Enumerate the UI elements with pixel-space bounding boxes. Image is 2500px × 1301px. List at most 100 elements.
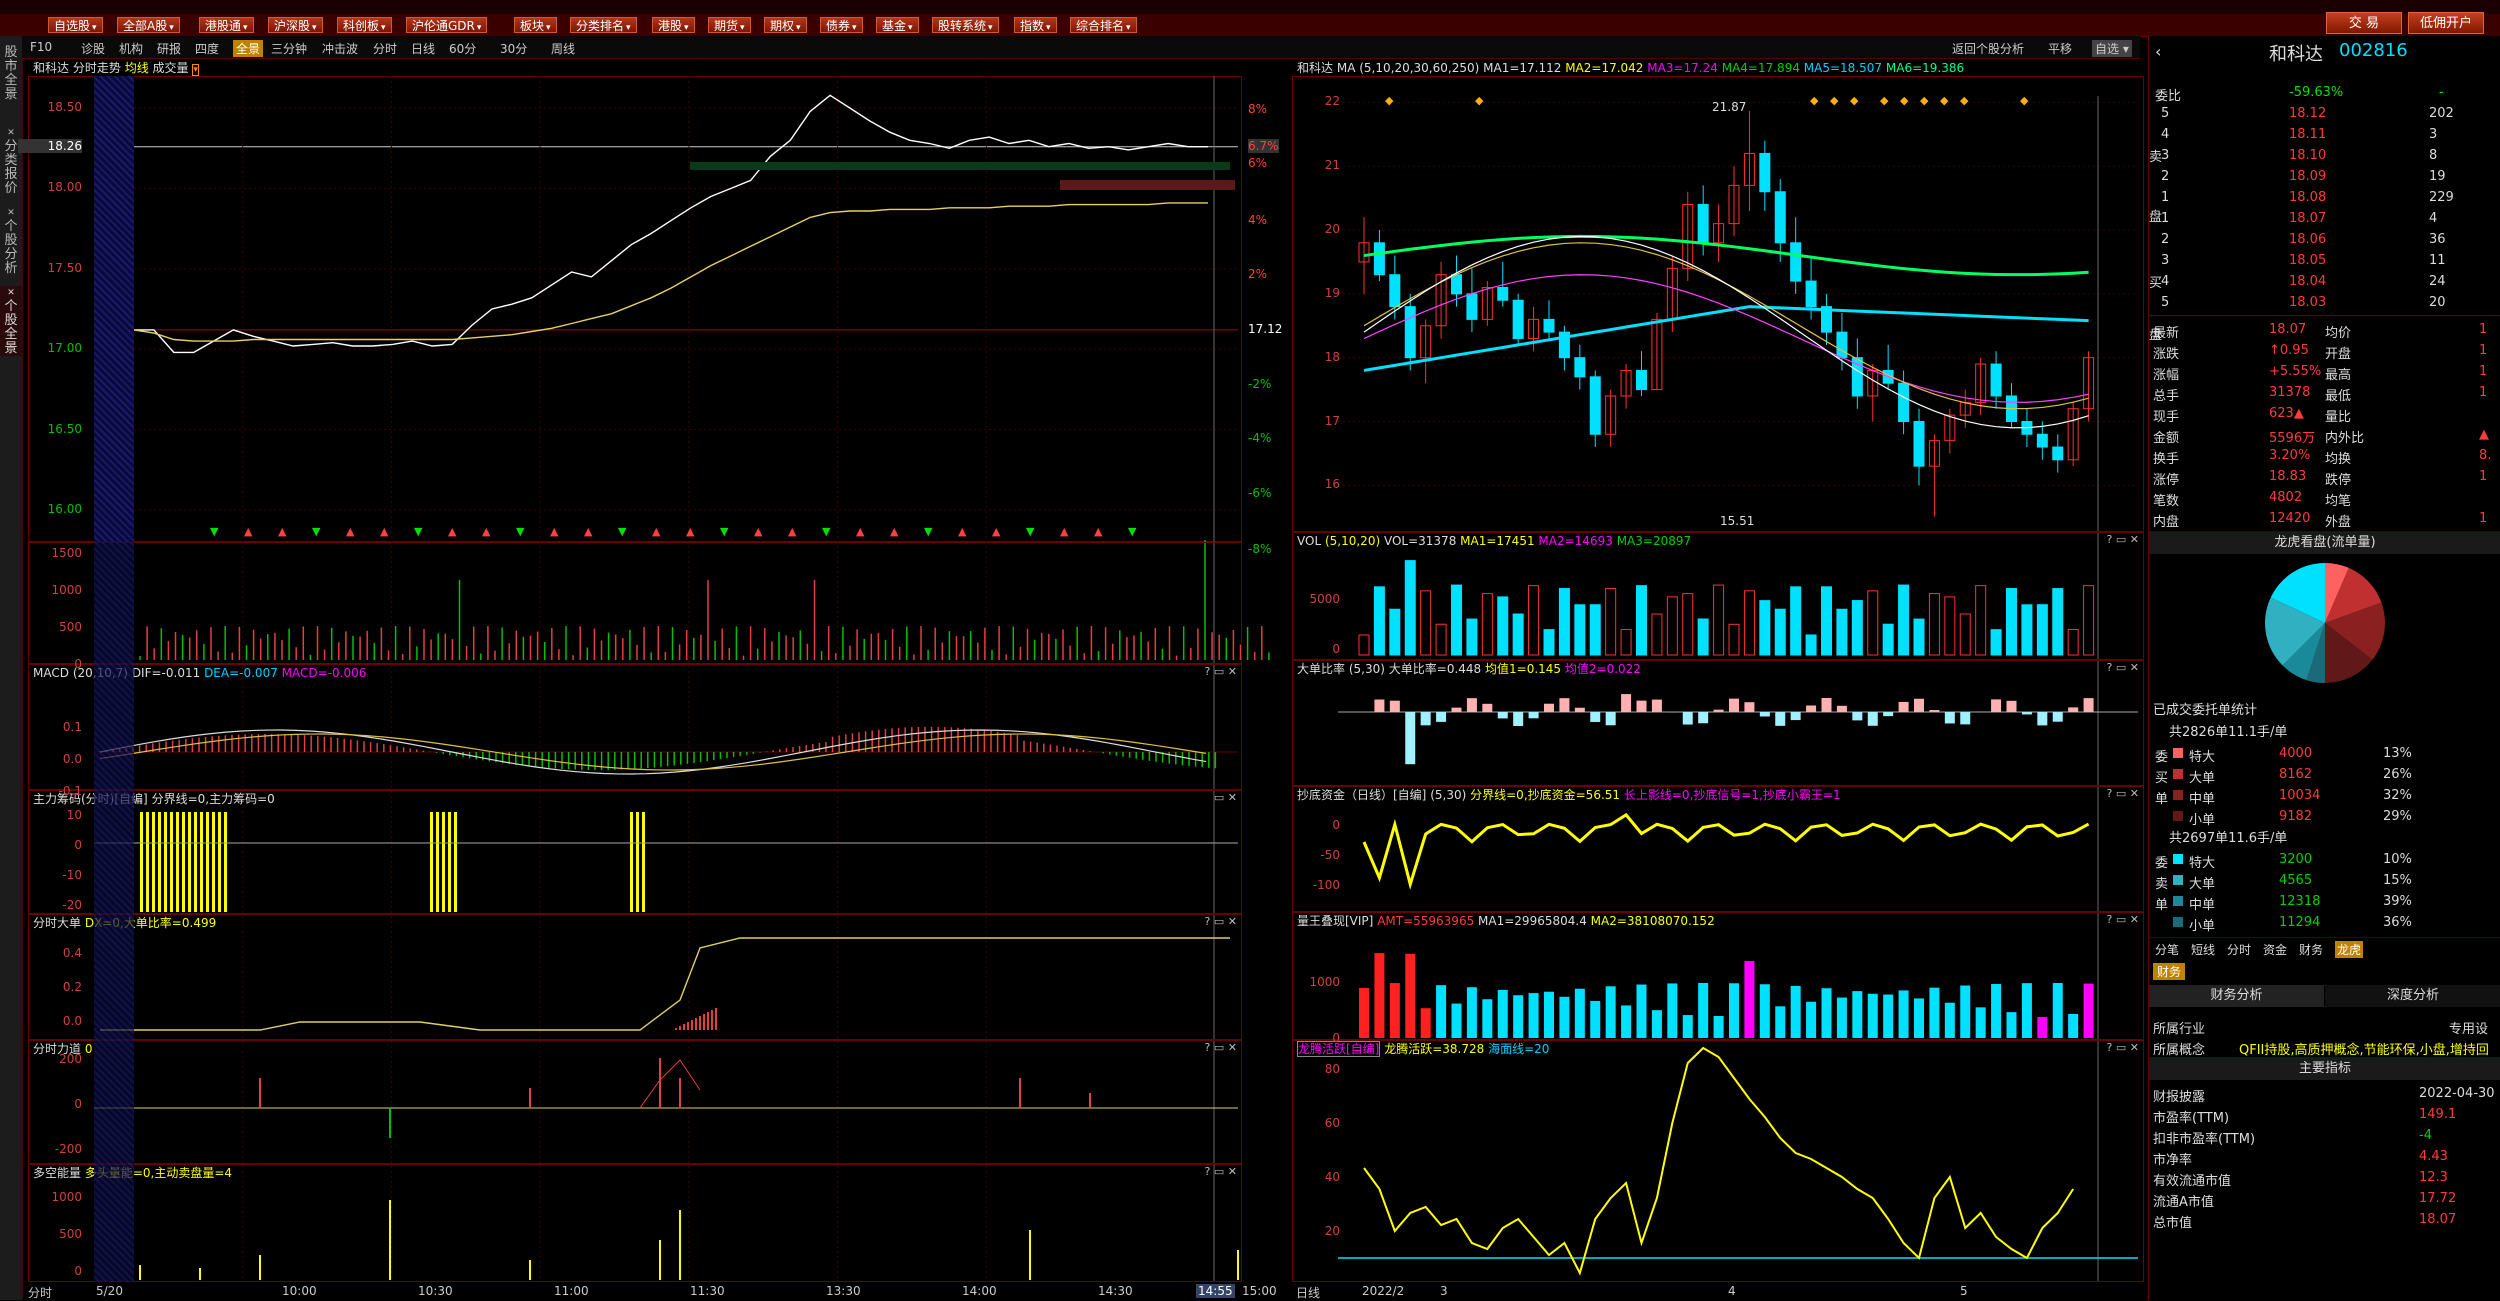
- bottom-tab-3[interactable]: 资金: [2263, 941, 2287, 958]
- macd-title[interactable]: MACD (20,10,7) DIF=-0.011 DEA=-0.007 MAC…: [33, 665, 366, 681]
- bottomfish-tick: -50: [1280, 848, 1340, 862]
- time-tick: 10:00: [282, 1284, 317, 1298]
- fin-row-cell: 4.43: [2419, 1149, 2448, 1164]
- bottomfish-title[interactable]: 抄底资金（日线）[自编] (5,30) 分界线=0,抄底资金=56.51 长上影…: [1297, 787, 1841, 803]
- time-tick: 14:00: [962, 1284, 997, 1298]
- stat-row-cell: 内外比: [2325, 427, 2364, 446]
- buy-row-cell: 5: [2161, 295, 2169, 310]
- buy-row-cell: 18.04: [2289, 274, 2326, 289]
- vol-tick: 1000: [18, 583, 82, 597]
- panel-controls[interactable]: ? ▭ ✕: [2107, 1041, 2139, 1054]
- daily-kline-panel: 和科达 MA (5,10,20,30,60,250) MA1=17.112 MA…: [1292, 76, 2144, 532]
- buy-row-cell: 20: [2429, 295, 2446, 310]
- pct-tick: 8%: [1248, 102, 1267, 116]
- stat-row: 笔数4802均笔: [2149, 487, 2500, 508]
- signal-marker: ▲: [584, 525, 593, 538]
- quote-side-panel: ‹和科达002816委比-59.63%-518.12202418.113318.…: [2148, 36, 2500, 1300]
- finance-tab[interactable]: 财务: [2153, 963, 2185, 980]
- stat-row-cell: 1: [2479, 343, 2487, 358]
- stat-row-cell: 最高: [2325, 364, 2351, 383]
- bigratio-title[interactable]: 大单比率 (5,30) 大单比率=0.448 均值1=0.145 均值2=0.0…: [1297, 661, 1641, 677]
- fin-row: 财报披露2022-04-30: [2149, 1083, 2500, 1104]
- buy-stat-row-cell: 特大: [2189, 746, 2215, 765]
- stat-row: 总手31378最低1: [2149, 382, 2500, 403]
- buy-stat-row: 委特大400013%: [2149, 743, 2500, 764]
- signal-marker: ▲: [244, 525, 253, 538]
- color-swatch: [2173, 790, 2183, 800]
- panel-controls[interactable]: ▭ ✕: [1214, 791, 1237, 804]
- bottom-tab-5[interactable]: 龙虎: [2335, 941, 2363, 958]
- sell-stat-row-cell: 中单: [2189, 894, 2215, 913]
- stat-row: 金额5596万内外比▲: [2149, 424, 2500, 445]
- bottom-tab-1[interactable]: 短线: [2191, 941, 2215, 958]
- force-tick: 200: [18, 1052, 82, 1066]
- daily-title[interactable]: 和科达 MA (5,10,20,30,60,250) MA1=17.112 MA…: [1297, 60, 1964, 76]
- finance-analysis-tab[interactable]: 财务分析: [2149, 985, 2324, 1007]
- price-tick: 17.00: [18, 341, 82, 355]
- stat-row-cell: 12420: [2269, 511, 2310, 526]
- kingvol-tick: 1000: [1280, 975, 1340, 989]
- trade-button[interactable]: 交 易: [2326, 12, 2402, 34]
- signal-marker: ▲: [550, 525, 559, 538]
- buy-row: 418.0424: [2149, 271, 2500, 292]
- fin-row-cell: 18.07: [2419, 1212, 2456, 1227]
- fin-row-cell: 149.1: [2419, 1107, 2456, 1122]
- bottom-tabs: 分笔短线分时资金财务龙虎: [2149, 937, 2500, 958]
- vol-title[interactable]: VOL (5,10,20) VOL=31378 MA1=17451 MA2=14…: [1297, 533, 1691, 549]
- vol-daily-value: VOL=31378: [1384, 534, 1456, 548]
- stat-row-cell: ▲: [2479, 427, 2489, 442]
- bottom-tab-2[interactable]: 分时: [2227, 941, 2251, 958]
- fin-row: 市盈率(TTM)149.1: [2149, 1104, 2500, 1125]
- deep-analysis-tab[interactable]: 深度分析: [2325, 985, 2500, 1007]
- panel-controls[interactable]: ? ▭ ✕: [2107, 661, 2139, 674]
- panel-controls[interactable]: ? ▭ ✕: [1205, 915, 1237, 928]
- panel-controls[interactable]: ? ▭ ✕: [2107, 533, 2139, 546]
- sell-row: 118.08229: [2149, 187, 2500, 208]
- sell-side-label: 盘: [2149, 206, 2162, 225]
- panel-controls[interactable]: ? ▭ ✕: [2107, 913, 2139, 926]
- stat-row-cell: 5596万: [2269, 427, 2315, 446]
- stat-row: 换手3.20%均换8.: [2149, 445, 2500, 466]
- sell-row-cell: 202: [2429, 106, 2454, 121]
- bottom-tab-0[interactable]: 分笔: [2155, 941, 2179, 958]
- pie-title: 龙虎看盘(流单量): [2149, 531, 2500, 554]
- stat-row-cell: +5.55%: [2269, 364, 2321, 379]
- buy-row-cell: 3: [2161, 253, 2169, 268]
- bigratio-params: (5,30): [1349, 662, 1385, 676]
- stat-row: 现手623▲量比: [2149, 403, 2500, 424]
- flow-pie-chart: [2149, 555, 2500, 695]
- signal-marker: ▼: [822, 525, 831, 538]
- open-account-button[interactable]: 低佣开户: [2408, 12, 2484, 34]
- panel-controls[interactable]: ? ▭ ✕: [1205, 1165, 1237, 1178]
- pct-tick: 6%: [1248, 156, 1267, 170]
- fin-row-cell: -4: [2419, 1128, 2432, 1143]
- sell-stat-row-cell: 11294: [2279, 915, 2320, 930]
- price-tick: 16.00: [18, 502, 82, 516]
- panel-controls[interactable]: ? ▭ ✕: [2107, 787, 2139, 800]
- back-icon[interactable]: ‹: [2155, 42, 2161, 61]
- buy-stat-row-cell: 9182: [2279, 809, 2312, 824]
- buy-row: 118.074: [2149, 208, 2500, 229]
- daily-bigratio-panel: 大单比率 (5,30) 大单比率=0.448 均值1=0.145 均值2=0.0…: [1292, 660, 2144, 786]
- kingvol-title[interactable]: 量王叠现[VIP] AMT=55963965 MA1=29965804.4 MA…: [1297, 913, 1715, 929]
- vol-tick: 0: [18, 657, 82, 671]
- buy-row-cell: 2: [2161, 232, 2169, 247]
- vol-ma2: MA2=14693: [1538, 534, 1612, 548]
- sell-stat-row-cell: 委: [2155, 852, 2168, 871]
- concept-row: 所属概念QFII持股,高质押概念,节能环保,小盘,增持回: [2149, 1036, 2500, 1057]
- panel-controls[interactable]: ? ▭ ✕: [1205, 665, 1237, 678]
- stat-row-cell: 623▲: [2269, 406, 2304, 421]
- bottom-tab-4[interactable]: 财务: [2299, 941, 2323, 958]
- sell-row: 418.113: [2149, 124, 2500, 145]
- panel-controls[interactable]: ? ▭ ✕: [1205, 1041, 1237, 1054]
- stat-row-cell: 笔数: [2153, 490, 2179, 509]
- sell-row-cell: 5: [2161, 106, 2169, 121]
- color-swatch: [2173, 854, 2183, 864]
- stat-row-cell: 3.20%: [2269, 448, 2310, 463]
- sell-stat-row-cell: 36%: [2383, 915, 2412, 930]
- buy-stat-row: 买大单816226%: [2149, 764, 2500, 785]
- time-tick: 分时: [28, 1284, 52, 1301]
- date-tick: 3: [1440, 1284, 1448, 1298]
- dragon-tick: 80: [1280, 1062, 1340, 1076]
- preopen-zone-lower: [94, 542, 134, 1282]
